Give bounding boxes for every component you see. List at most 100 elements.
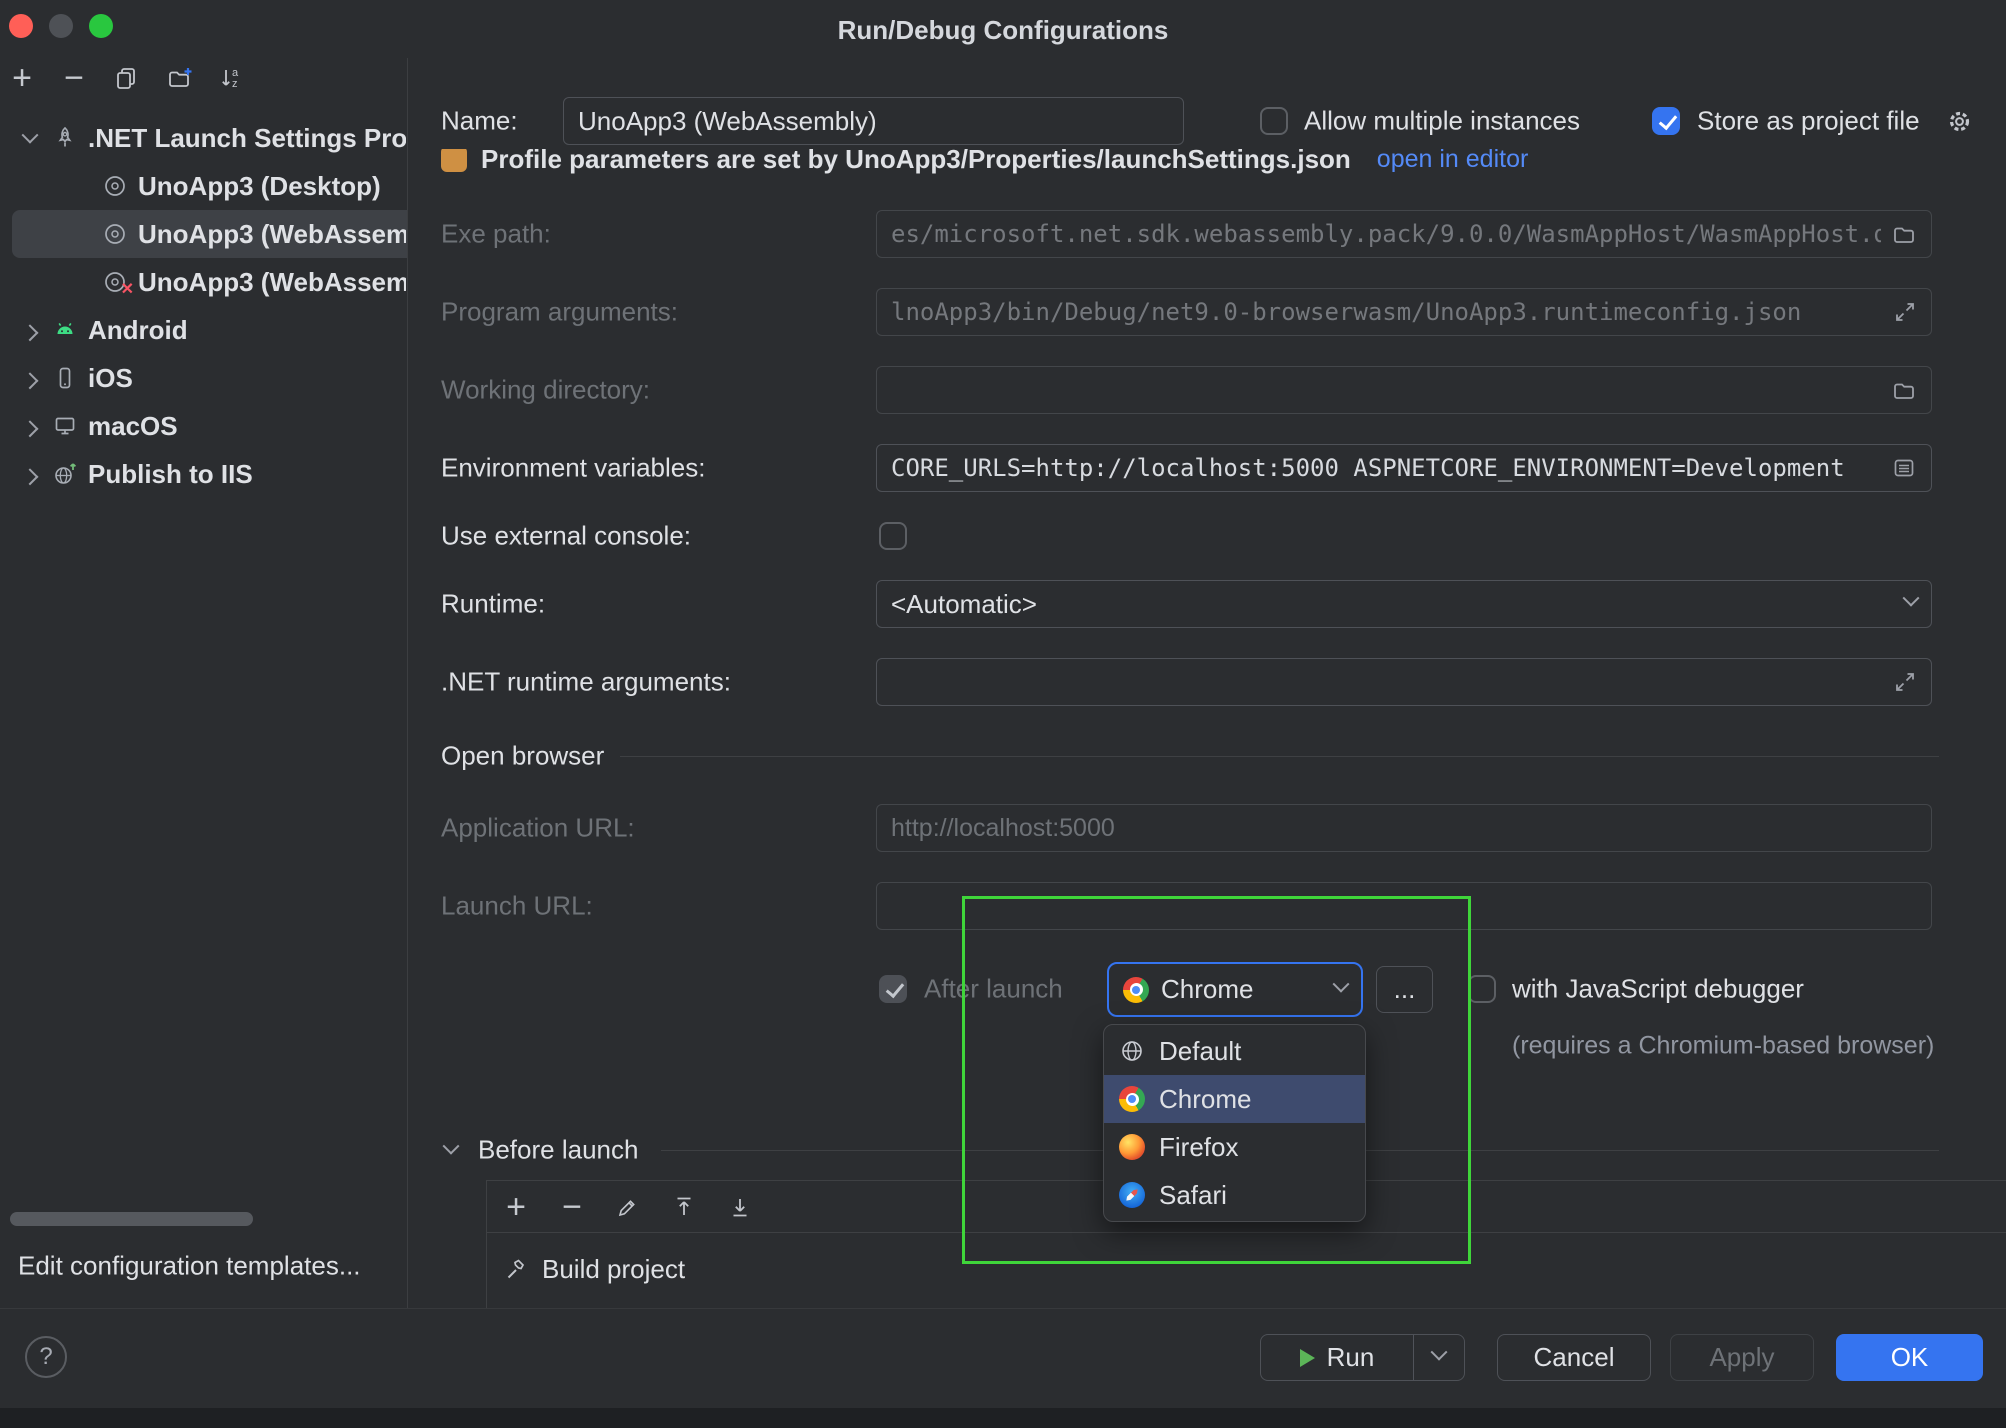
launch-url-label: Launch URL: bbox=[441, 891, 593, 922]
chevron-down-icon bbox=[1333, 975, 1350, 992]
menu-item-chrome[interactable]: Chrome bbox=[1104, 1075, 1365, 1123]
menu-item-label: Default bbox=[1159, 1036, 1241, 1067]
working-directory-label: Working directory: bbox=[441, 375, 650, 406]
js-debugger-checkbox[interactable] bbox=[1468, 975, 1496, 1003]
uno-app-icon bbox=[102, 221, 128, 247]
tree-item-label: UnoApp3 (Desktop) bbox=[138, 171, 381, 202]
tree-item-dotnet-launch-settings[interactable]: .NET Launch Settings Pro bbox=[0, 114, 406, 162]
remove-task-button[interactable]: − bbox=[556, 1191, 588, 1223]
js-debugger-label: with JavaScript debugger bbox=[1512, 974, 1804, 1005]
runtime-select[interactable]: <Automatic> bbox=[876, 580, 1932, 628]
move-up-icon[interactable] bbox=[668, 1191, 700, 1223]
before-launch-task-build-project[interactable]: Build project bbox=[487, 1243, 2006, 1295]
ok-button[interactable]: OK bbox=[1836, 1334, 1983, 1381]
browse-more-button[interactable]: ... bbox=[1376, 966, 1433, 1013]
before-launch-section-title: Before launch bbox=[478, 1135, 638, 1166]
application-url-label: Application URL: bbox=[441, 813, 635, 844]
tree-item-ios[interactable]: iOS bbox=[0, 354, 406, 402]
folder-icon[interactable] bbox=[1891, 221, 1917, 247]
uno-app-error-icon: ✕ bbox=[102, 269, 128, 295]
cancel-button[interactable]: Cancel bbox=[1497, 1334, 1651, 1381]
menu-item-default[interactable]: Default bbox=[1104, 1027, 1365, 1075]
tree-item-unoapp3-desktop[interactable]: UnoApp3 (Desktop) bbox=[0, 162, 406, 210]
section-divider bbox=[620, 756, 1939, 757]
expand-icon[interactable] bbox=[1893, 300, 1917, 324]
macos-monitor-icon bbox=[52, 413, 78, 439]
dotnet-runtime-arguments-label: .NET runtime arguments: bbox=[441, 667, 731, 698]
name-input[interactable]: UnoApp3 (WebAssembly) bbox=[563, 97, 1184, 145]
store-as-project-file-checkbox[interactable] bbox=[1652, 107, 1680, 135]
folder-icon[interactable] bbox=[1891, 377, 1917, 403]
help-button[interactable]: ? bbox=[25, 1336, 67, 1378]
launch-settings-icon bbox=[441, 149, 467, 172]
chevron-right-icon[interactable] bbox=[18, 414, 42, 438]
browser-select[interactable]: Chrome bbox=[1107, 962, 1363, 1017]
tree-item-android[interactable]: Android bbox=[0, 306, 406, 354]
run-button[interactable]: Run bbox=[1261, 1335, 1413, 1380]
environment-variables-field[interactable]: CORE_URLS=http://localhost:5000 ASPNETCO… bbox=[876, 444, 1932, 492]
tree-item-unoapp3-webassembly-invalid[interactable]: ✕ UnoApp3 (WebAssembly) bbox=[0, 258, 406, 306]
dotnet-launch-settings-icon bbox=[52, 125, 78, 151]
launch-url-field[interactable] bbox=[876, 882, 1932, 930]
tree-item-label: Publish to IIS bbox=[88, 459, 253, 490]
environment-variables-label: Environment variables: bbox=[441, 453, 705, 484]
program-arguments-field[interactable]: lnoApp3/bin/Debug/net9.0-browserwasm/Uno… bbox=[876, 288, 1932, 336]
task-label: Build project bbox=[542, 1254, 685, 1285]
chevron-right-icon[interactable] bbox=[18, 366, 42, 390]
open-in-editor-link[interactable]: open in editor bbox=[1377, 149, 1529, 174]
error-badge-icon: ✕ bbox=[121, 279, 134, 299]
chevron-right-icon[interactable] bbox=[18, 318, 42, 342]
name-value: UnoApp3 (WebAssembly) bbox=[578, 106, 1169, 137]
tree-item-label: iOS bbox=[88, 363, 133, 394]
add-configuration-button[interactable]: + bbox=[6, 62, 38, 94]
ios-device-icon bbox=[52, 365, 78, 391]
publish-iis-icon bbox=[52, 461, 78, 487]
sort-alphabetically-icon[interactable]: az bbox=[216, 62, 248, 94]
tree-item-macos[interactable]: macOS bbox=[0, 402, 406, 450]
exe-path-field[interactable]: es/microsoft.net.sdk.webassembly.pack/9.… bbox=[876, 210, 1932, 258]
tree-item-publish-to-iis[interactable]: Publish to IIS bbox=[0, 450, 406, 498]
run-split-button[interactable]: Run bbox=[1260, 1334, 1465, 1381]
tree-item-label: UnoApp3 (WebAssembly) bbox=[138, 219, 406, 250]
uno-app-icon bbox=[102, 173, 128, 199]
run-options-chevron[interactable] bbox=[1414, 1335, 1464, 1380]
tree-item-label: Android bbox=[88, 315, 188, 346]
working-directory-field[interactable] bbox=[876, 366, 1932, 414]
allow-multiple-instances-checkbox[interactable] bbox=[1260, 107, 1288, 135]
use-external-console-label: Use external console: bbox=[441, 521, 691, 552]
tree-item-label: UnoApp3 (WebAssembly) bbox=[138, 267, 406, 298]
dotnet-runtime-arguments-field[interactable] bbox=[876, 658, 1932, 706]
sidebar-horizontal-scrollbar[interactable] bbox=[10, 1212, 253, 1226]
menu-item-safari[interactable]: Safari bbox=[1104, 1171, 1365, 1219]
edit-task-icon[interactable] bbox=[612, 1191, 644, 1223]
play-icon bbox=[1300, 1349, 1315, 1367]
environment-variables-value: CORE_URLS=http://localhost:5000 ASPNETCO… bbox=[891, 454, 1881, 482]
globe-icon bbox=[1119, 1038, 1145, 1064]
chrome-icon bbox=[1123, 977, 1149, 1003]
chevron-right-icon[interactable] bbox=[18, 462, 42, 486]
chevron-down-icon[interactable] bbox=[18, 126, 42, 150]
menu-item-firefox[interactable]: Firefox bbox=[1104, 1123, 1365, 1171]
edit-configuration-templates-link[interactable]: Edit configuration templates... bbox=[18, 1251, 361, 1282]
add-task-button[interactable]: + bbox=[500, 1191, 532, 1223]
new-folder-icon[interactable] bbox=[164, 62, 196, 94]
chevron-down-icon bbox=[1903, 590, 1920, 607]
application-url-field[interactable]: http://localhost:5000 bbox=[876, 804, 1932, 852]
chevron-down-icon[interactable] bbox=[445, 1142, 457, 1160]
use-external-console-checkbox[interactable] bbox=[879, 522, 907, 550]
move-down-icon[interactable] bbox=[724, 1191, 756, 1223]
exe-path-label: Exe path: bbox=[441, 219, 551, 250]
profile-warning-text: Profile parameters are set by UnoApp3/Pr… bbox=[481, 149, 1351, 175]
tree-item-unoapp3-webassembly-selected[interactable]: UnoApp3 (WebAssembly) bbox=[0, 210, 406, 258]
menu-item-label: Firefox bbox=[1159, 1132, 1238, 1163]
profile-warning-row: Profile parameters are set by UnoApp3/Pr… bbox=[441, 149, 1701, 187]
apply-button[interactable]: Apply bbox=[1670, 1334, 1814, 1381]
firefox-icon bbox=[1119, 1134, 1145, 1160]
remove-configuration-button[interactable]: − bbox=[58, 62, 90, 94]
copy-configuration-icon[interactable] bbox=[110, 62, 142, 94]
exe-path-value: es/microsoft.net.sdk.webassembly.pack/9.… bbox=[891, 220, 1881, 248]
expand-icon[interactable] bbox=[1893, 670, 1917, 694]
gear-icon[interactable] bbox=[1946, 108, 1973, 135]
list-icon[interactable] bbox=[1891, 455, 1917, 481]
after-launch-checkbox[interactable] bbox=[879, 975, 907, 1003]
